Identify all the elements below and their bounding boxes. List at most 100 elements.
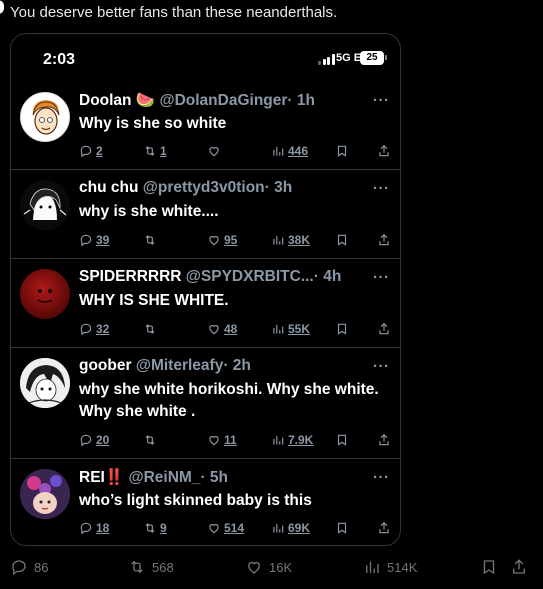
signal-icon [318,54,335,65]
handle[interactable]: @DolanDaGinger [159,92,287,109]
share-button[interactable] [377,433,391,447]
share-button[interactable] [377,322,391,336]
handle[interactable]: @Miterleafy [136,357,223,374]
retweet-button[interactable] [143,233,160,247]
share-button[interactable] [377,521,391,535]
share-icon [379,322,389,335]
more-options-icon[interactable]: ··· [373,358,390,375]
bookmark-button[interactable] [335,233,349,247]
view-count: 55K [288,322,311,336]
bookmark-button[interactable] [335,521,349,535]
tweet-2[interactable]: chu chu @prettyd3v0tion· 3h ··· why is s… [11,170,400,259]
tweet-header: chu chu @prettyd3v0tion· 3h [79,179,292,197]
bookmark-icon [483,560,495,575]
screenshot-media[interactable]: 2:03 5G E 25 Doolan 🍉 @DolanDaGinger· 1h… [10,33,401,546]
battery-tip [385,55,387,60]
share-button[interactable] [510,558,528,576]
views-button[interactable]: 514K [363,558,417,576]
reply-button[interactable]: 18 [79,521,109,535]
view-count: 446 [288,144,309,158]
bookmark-icon [337,323,347,335]
display-name[interactable]: REI [79,469,105,486]
retweet-button[interactable]: 1 [143,144,167,158]
retweet-icon [131,560,143,574]
share-icon [379,433,389,446]
views-icon [273,435,284,445]
share-icon [379,233,389,246]
retweet-icon [145,435,155,445]
retweet-button[interactable] [143,433,160,447]
double-exclamation-emoji: ‼️ [104,469,125,486]
tweet-5[interactable]: REI‼️ @ReiNM_· 5h ··· who’s light skinne… [11,459,400,545]
like-button[interactable]: 11 [207,433,237,447]
more-options-icon[interactable]: ··· [373,469,390,486]
tweet-actions: 32 48 55K [79,322,389,340]
display-name[interactable]: Doolan [79,92,132,109]
handle[interactable]: @prettyd3v0tion [143,179,265,196]
reply-icon [80,323,92,336]
views-icon [366,561,379,573]
view-count: 7.9K [288,433,314,447]
timestamp[interactable]: · 4h [314,268,342,285]
tweet-3[interactable]: SPIDERRRRR @SPYDXRBITC...· 4h ··· WHY IS… [11,259,400,348]
retweet-button[interactable]: 9 [143,521,167,535]
views-button[interactable]: 69K [271,521,310,535]
views-button[interactable]: 446 [271,144,308,158]
share-button[interactable] [377,144,391,158]
display-name[interactable]: chu chu [79,179,138,196]
like-count: 95 [224,233,238,247]
timestamp[interactable]: · 2h [223,357,251,374]
avatar[interactable] [20,180,70,230]
like-button[interactable]: 48 [207,322,237,336]
more-options-icon[interactable]: ··· [373,180,390,197]
reply-button[interactable]: 86 [10,558,48,576]
like-button[interactable] [207,144,224,158]
avatar[interactable] [20,469,70,519]
view-count: 514K [387,559,418,575]
views-button[interactable]: 38K [271,233,310,247]
bookmark-button[interactable] [480,558,498,576]
views-button[interactable]: 55K [271,322,310,336]
more-options-icon[interactable]: ··· [373,92,390,109]
more-options-icon[interactable]: ··· [373,269,390,286]
avatar[interactable] [20,358,70,408]
tweet-1[interactable]: Doolan 🍉 @DolanDaGinger· 1h ··· Why is s… [11,82,400,170]
bookmark-button[interactable] [335,144,349,158]
share-button[interactable] [377,233,391,247]
reply-count: 86 [34,559,49,575]
retweet-button[interactable] [143,322,160,336]
tweet-text: Why is she so white [79,115,227,132]
like-count: 16K [269,559,293,575]
retweet-icon [145,324,155,334]
view-count: 69K [288,521,311,535]
timestamp[interactable]: · 5h [200,469,228,486]
like-button[interactable]: 95 [207,233,237,247]
like-button[interactable]: 16K [245,558,292,576]
timestamp[interactable]: · 3h [265,179,293,196]
avatar[interactable] [20,269,70,319]
views-icon [273,146,284,156]
handle[interactable]: @ReiNM_ [128,469,200,486]
like-button[interactable]: 514 [207,521,244,535]
reply-button[interactable]: 2 [79,144,103,158]
handle[interactable]: @SPYDXRBITC... [186,268,314,285]
reply-button[interactable]: 32 [79,322,109,336]
bookmark-button[interactable] [335,433,349,447]
retweet-icon [145,235,155,245]
display-name[interactable]: SPIDERRRRR [79,268,181,285]
reply-button[interactable]: 20 [79,433,109,447]
display-name[interactable]: goober [79,357,132,374]
parent-avatar-edge [0,0,4,14]
tweet-header: SPIDERRRRR @SPYDXRBITC...· 4h [79,268,341,286]
bookmark-button[interactable] [335,322,349,336]
views-button[interactable]: 7.9K [271,433,313,447]
tweet-4[interactable]: goober @Miterleafy· 2h ··· why she white… [11,348,400,459]
timestamp[interactable]: · 1h [287,92,315,109]
retweet-button[interactable]: 568 [128,558,174,576]
views-icon [273,324,284,334]
reply-button[interactable]: 39 [79,233,109,247]
post-action-bar: 86 568 16K 514K [0,558,543,580]
reply-count: 18 [96,521,110,535]
avatar[interactable] [20,92,70,142]
post-text: You deserve better fans than these neand… [10,4,338,21]
